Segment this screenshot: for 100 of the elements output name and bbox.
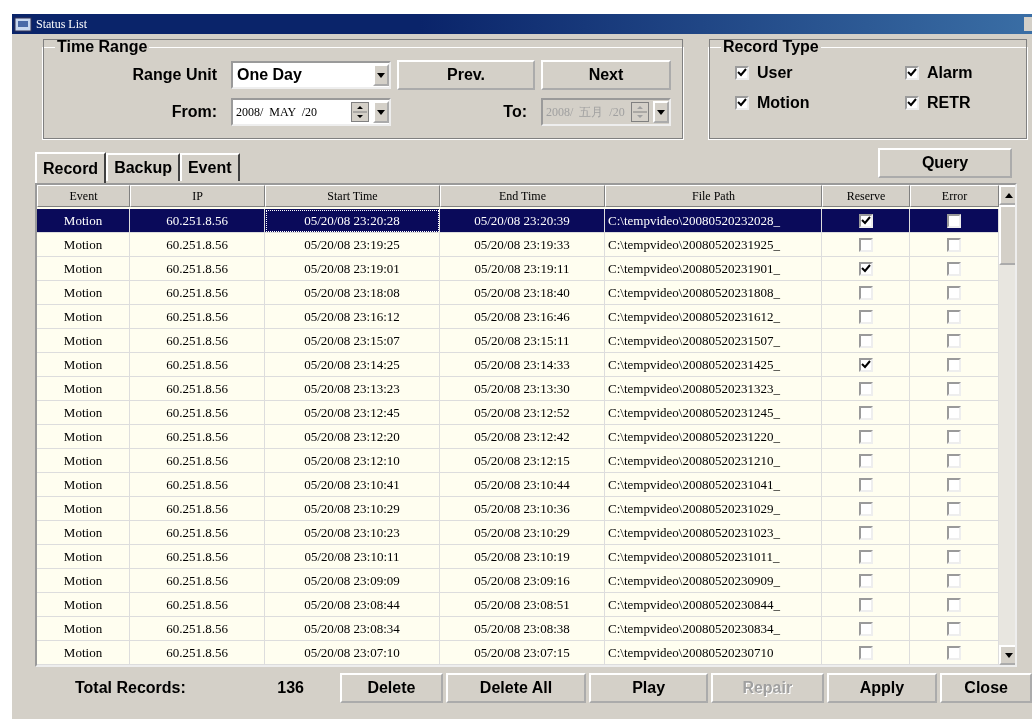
table-cell: 60.251.8.56 — [130, 281, 265, 305]
table-cell: 05/20/08 23:09:16 — [440, 569, 605, 593]
to-label: To: — [502, 103, 528, 121]
table-cell: 60.251.8.56 — [130, 377, 265, 401]
table-row[interactable]: Motion 60.251.8.56 05/20/08 23:10:11 05/20/08 23:10:19 C:\tempvideo\20080520231011_ — [37, 545, 999, 569]
table-row[interactable]: Motion 60.251.8.56 05/20/08 23:12:10 05/20/08 23:12:15 C:\tempvideo\20080520231210_ — [37, 449, 999, 473]
table-cell: C:\tempvideo\20080520230844_ — [605, 593, 822, 617]
table-cell: 60.251.8.56 — [130, 473, 265, 497]
query-button[interactable]: Query — [878, 148, 1012, 178]
table-cell: C:\tempvideo\20080520231041_ — [605, 473, 822, 497]
table-cell: Motion — [37, 617, 130, 641]
table-row[interactable]: Motion 60.251.8.56 05/20/08 23:09:09 05/20/08 23:09:16 C:\tempvideo\20080520230909_ — [37, 569, 999, 593]
column-header[interactable]: End Time — [440, 185, 605, 207]
table-row[interactable]: Motion 60.251.8.56 05/20/08 23:19:01 05/20/08 23:19:11 C:\tempvideo\20080520231901_ — [37, 257, 999, 281]
table-cell: Motion — [37, 521, 130, 545]
table-row[interactable]: Motion 60.251.8.56 05/20/08 23:14:25 05/20/08 23:14:33 C:\tempvideo\20080520231425_ — [37, 353, 999, 377]
table-cell: 05/20/08 23:18:08 — [265, 281, 440, 305]
table-row[interactable]: Motion 60.251.8.56 05/20/08 23:12:20 05/20/08 23:12:42 C:\tempvideo\20080520231220_ — [37, 425, 999, 449]
table-row[interactable]: Motion 60.251.8.56 05/20/08 23:19:25 05/20/08 23:19:33 C:\tempvideo\20080520231925_ — [37, 233, 999, 257]
table-cell: C:\tempvideo\20080520231323_ — [605, 377, 822, 401]
checkbox-label: RETR — [927, 94, 971, 112]
tab[interactable]: Record — [35, 152, 107, 183]
table-cell: 05/20/08 23:15:11 — [440, 329, 605, 353]
table-cell: Motion — [37, 641, 130, 665]
table-cell: 05/20/08 23:10:19 — [440, 545, 605, 569]
table-cell: 60.251.8.56 — [130, 425, 265, 449]
date-field[interactable]: 2008/ MAY /20 — [231, 98, 391, 126]
table-cell: 05/20/08 23:10:11 — [265, 545, 440, 569]
table-cell: 05/20/08 23:16:46 — [440, 305, 605, 329]
table-cell: Motion — [37, 377, 130, 401]
group-title: Record Type — [722, 38, 820, 56]
tab[interactable]: Event — [179, 153, 240, 181]
table-cell: 60.251.8.56 — [130, 353, 265, 377]
table-cell: Motion — [37, 281, 130, 305]
table-cell: 60.251.8.56 — [130, 329, 265, 353]
table-cell: 05/20/08 23:10:23 — [265, 521, 440, 545]
table-row[interactable]: Motion 60.251.8.56 05/20/08 23:10:41 05/20/08 23:10:44 C:\tempvideo\20080520231041_ — [37, 473, 999, 497]
table-cell: 05/20/08 23:12:42 — [440, 425, 605, 449]
table-cell: 05/20/08 23:10:36 — [440, 497, 605, 521]
table-cell: 60.251.8.56 — [130, 593, 265, 617]
table-cell: Motion — [37, 305, 130, 329]
prev-button[interactable]: Prev. — [397, 60, 535, 90]
table-cell: Motion — [37, 497, 130, 521]
table-row[interactable]: Motion 60.251.8.56 05/20/08 23:08:34 05/20/08 23:08:38 C:\tempvideo\20080520230834_ — [37, 617, 999, 641]
table-cell: C:\tempvideo\20080520231808_ — [605, 281, 822, 305]
table-cell: Motion — [37, 401, 130, 425]
action-button[interactable]: Delete All — [445, 673, 587, 703]
tab[interactable]: Backup — [106, 153, 180, 181]
table-row[interactable]: Motion 60.251.8.56 05/20/08 23:12:45 05/20/08 23:12:52 C:\tempvideo\20080520231245_ — [37, 401, 999, 425]
next-button[interactable]: Next — [541, 60, 671, 90]
action-button[interactable]: Apply — [826, 673, 938, 703]
table-cell: Motion — [37, 569, 130, 593]
table-cell: 05/20/08 23:12:45 — [265, 401, 440, 425]
table-cell: 05/20/08 23:20:28 — [265, 209, 440, 233]
table-cell: 60.251.8.56 — [130, 641, 265, 665]
column-header[interactable]: Start Time — [265, 185, 440, 207]
table-cell: C:\tempvideo\20080520232028_ — [605, 209, 822, 233]
from-label: From: — [170, 103, 218, 121]
table-cell: 60.251.8.56 — [130, 521, 265, 545]
table-row[interactable]: Motion 60.251.8.56 05/20/08 23:13:23 05/20/08 23:13:30 C:\tempvideo\20080520231323_ — [37, 377, 999, 401]
table-cell: 05/20/08 23:14:33 — [440, 353, 605, 377]
column-header[interactable]: IP — [130, 185, 265, 207]
table-cell: 05/20/08 23:19:25 — [265, 233, 440, 257]
table-cell: 05/20/08 23:18:40 — [440, 281, 605, 305]
group-title: Time Range — [56, 38, 149, 56]
table-cell: 05/20/08 23:19:01 — [265, 257, 440, 281]
table-row[interactable]: Motion 60.251.8.56 05/20/08 23:16:12 05/20/08 23:16:46 C:\tempvideo\20080520231612_ — [37, 305, 999, 329]
range-unit-dropdown[interactable]: One Day — [231, 61, 391, 89]
column-header[interactable]: Error — [910, 185, 999, 207]
table-row[interactable]: Motion 60.251.8.56 05/20/08 23:10:29 05/20/08 23:10:36 C:\tempvideo\20080520231029_ — [37, 497, 999, 521]
table-cell: 05/20/08 23:10:29 — [440, 521, 605, 545]
table-cell: 05/20/08 23:12:15 — [440, 449, 605, 473]
table-cell: 05/20/08 23:16:12 — [265, 305, 440, 329]
table-cell: C:\tempvideo\20080520230710 — [605, 641, 822, 665]
table-cell: Motion — [37, 329, 130, 353]
table-row[interactable]: Motion 60.251.8.56 05/20/08 23:15:07 05/20/08 23:15:11 C:\tempvideo\20080520231507_ — [37, 329, 999, 353]
table-cell: 60.251.8.56 — [130, 233, 265, 257]
table-cell: C:\tempvideo\20080520231029_ — [605, 497, 822, 521]
table-cell: 05/20/08 23:08:34 — [265, 617, 440, 641]
action-button[interactable]: Close — [940, 673, 1032, 703]
table-cell: 60.251.8.56 — [130, 305, 265, 329]
table-cell: 60.251.8.56 — [130, 617, 265, 641]
table-cell: 05/20/08 23:10:41 — [265, 473, 440, 497]
table-cell: 05/20/08 23:08:38 — [440, 617, 605, 641]
table-cell: 05/20/08 23:14:25 — [265, 353, 440, 377]
column-header[interactable]: Reserve — [822, 185, 910, 207]
action-button[interactable]: Delete — [340, 673, 443, 703]
column-header[interactable]: File Path — [605, 185, 822, 207]
table-row[interactable]: Motion 60.251.8.56 05/20/08 23:08:44 05/20/08 23:08:51 C:\tempvideo\20080520230844_ — [37, 593, 999, 617]
table-row[interactable]: Motion 60.251.8.56 05/20/08 23:07:10 05/20/08 23:07:15 C:\tempvideo\20080520230710 — [37, 641, 999, 665]
table-row[interactable]: Motion 60.251.8.56 05/20/08 23:18:08 05/20/08 23:18:40 C:\tempvideo\20080520231808_ — [37, 281, 999, 305]
action-button[interactable]: Play — [589, 673, 708, 703]
table-cell: 05/20/08 23:10:29 — [265, 497, 440, 521]
window-title: Status List — [36, 16, 88, 32]
checkbox-label: User — [757, 64, 793, 82]
column-header[interactable]: Event — [37, 185, 130, 207]
table-cell: 60.251.8.56 — [130, 545, 265, 569]
table-cell: 05/20/08 23:10:44 — [440, 473, 605, 497]
table-row[interactable]: Motion 60.251.8.56 05/20/08 23:20:28 05/20/08 23:20:39 C:\tempvideo\20080520232028_ — [37, 209, 999, 233]
table-row[interactable]: Motion 60.251.8.56 05/20/08 23:10:23 05/20/08 23:10:29 C:\tempvideo\20080520231023_ — [37, 521, 999, 545]
